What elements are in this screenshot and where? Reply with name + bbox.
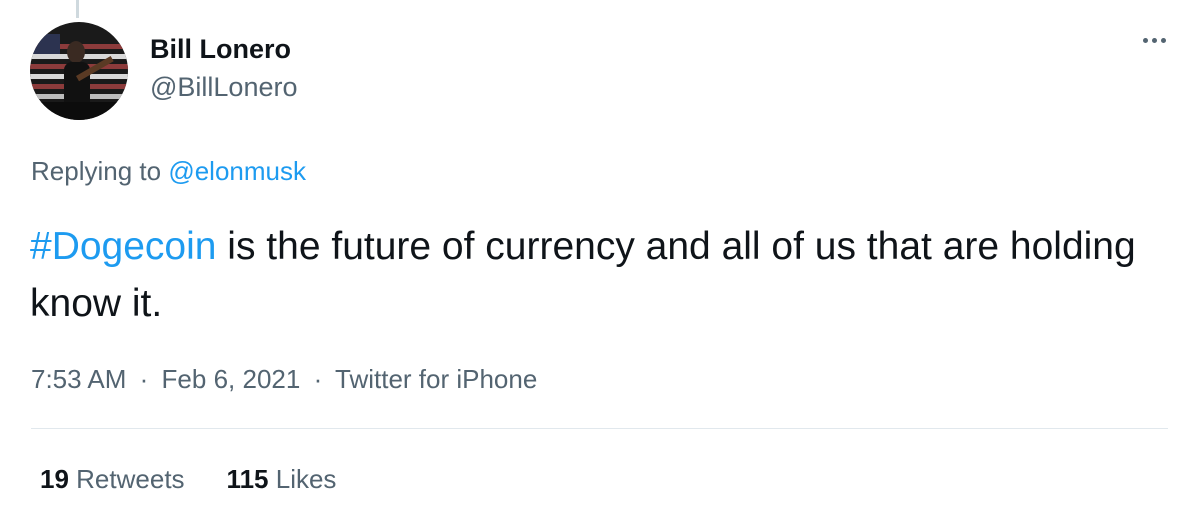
retweets-label: Retweets [76, 464, 185, 494]
more-horizontal-icon-dot [1161, 38, 1166, 43]
meta-separator: · [139, 364, 149, 394]
likes-label: Likes [275, 464, 337, 494]
tweet-header: Bill Lonero @BillLonero [30, 22, 298, 120]
retweets-count: 19 [40, 464, 69, 494]
likes-count: 115 [226, 464, 269, 494]
author-names: Bill Lonero @BillLonero [150, 32, 298, 104]
replying-to-line: Replying to @elonmusk [31, 156, 306, 187]
tweet-stats: 19 Retweets 115 Likes [40, 464, 336, 495]
tweet-source-link[interactable]: Twitter for iPhone [335, 364, 537, 394]
replying-prefix: Replying to [31, 156, 162, 186]
tweet-date[interactable]: Feb 6, 2021 [162, 364, 301, 394]
meta-separator: · [313, 364, 323, 394]
avatar-image [30, 22, 128, 120]
divider [31, 428, 1168, 429]
author-display-name[interactable]: Bill Lonero [150, 32, 298, 66]
hashtag-link[interactable]: #Dogecoin [30, 225, 216, 268]
likes-stat[interactable]: 115 Likes [227, 464, 337, 495]
retweets-stat[interactable]: 19 Retweets [40, 464, 185, 495]
avatar[interactable] [30, 22, 128, 120]
tweet-time[interactable]: 7:53 AM [31, 364, 126, 394]
more-horizontal-icon-dot [1152, 38, 1157, 43]
tweet-text: #Dogecoin is the future of currency and … [30, 218, 1150, 332]
more-horizontal-icon [1143, 38, 1148, 43]
replying-to-mention-link[interactable]: @elonmusk [168, 156, 306, 186]
more-options-button[interactable] [1143, 38, 1166, 43]
thread-connector-line [76, 0, 79, 18]
tweet-meta: 7:53 AM · Feb 6, 2021 · Twitter for iPho… [31, 364, 537, 395]
tweet-card: Bill Lonero @BillLonero Replying to @elo… [0, 0, 1200, 525]
author-handle[interactable]: @BillLonero [150, 70, 298, 104]
